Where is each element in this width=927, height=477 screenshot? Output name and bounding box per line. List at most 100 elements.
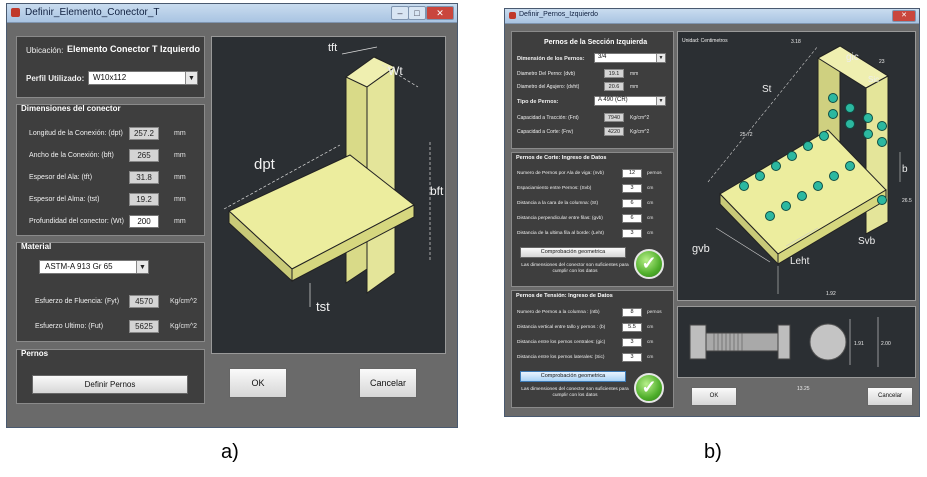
tipo-value: A 490 (CR) xyxy=(598,97,628,103)
bolt-icon xyxy=(781,201,791,211)
bolt-side-view: 1.91 2.00 xyxy=(689,317,891,367)
st-label: St xyxy=(762,84,772,95)
ok-button[interactable]: OK xyxy=(229,368,287,398)
corte-row-input[interactable]: 3 xyxy=(622,184,642,193)
ok-message: Las dimensiones del conector son suficie… xyxy=(521,263,629,274)
fyt-value: 4570 xyxy=(129,295,159,308)
caption-a: a) xyxy=(221,441,239,463)
dim-value: 265 xyxy=(129,149,159,162)
corte-row-input[interactable]: 6 xyxy=(622,214,642,223)
tension-row-input[interactable]: 8 xyxy=(622,308,642,317)
dim-label: Longitud de la Conexión: (dpt) xyxy=(29,130,123,137)
bolt-icon xyxy=(828,109,838,119)
corte-row-input[interactable]: 12 xyxy=(622,169,642,178)
tension-row-input[interactable]: 3 xyxy=(622,353,642,362)
perfil-select[interactable]: W10x112 ▼ xyxy=(88,71,198,85)
right-titlebar: Definir_Pernos_Izquierdo ✕ xyxy=(505,9,919,24)
chevron-down-icon: ▼ xyxy=(185,72,197,84)
bolt-head xyxy=(689,324,707,360)
dim-pernos-label: Dimensión de los Pernos: xyxy=(517,56,585,62)
bolt-icon xyxy=(787,151,797,161)
left-window-title: Definir_Elemento_Conector_T xyxy=(25,7,160,18)
tst-label: tst xyxy=(316,299,330,314)
dim-192-label: 1.92 xyxy=(826,291,836,297)
material-select-value: ASTM-A 913 Gr 65 xyxy=(45,262,113,271)
bolt-icon xyxy=(863,113,873,123)
app-icon xyxy=(509,12,516,19)
dim-unit: mm xyxy=(174,196,186,203)
dim-pernos-value: 3/4 xyxy=(598,54,607,60)
pernos-header: Pernos xyxy=(21,349,49,358)
cap-label: Capacidad a Tracción: (Fnt) xyxy=(517,115,579,121)
bolt-icon xyxy=(803,141,813,151)
prop-value: 20.6 xyxy=(604,82,624,91)
tipo-select[interactable]: A 490 (CR) ▼ xyxy=(594,96,666,106)
maximize-button[interactable]: □ xyxy=(408,6,426,20)
corte-row-unit: cm xyxy=(647,231,654,236)
bolted-connector-3d: 3.18 gic Sic 23 St 25.72 b 26.5 Svb gvb … xyxy=(692,39,912,297)
ok-button[interactable]: OK xyxy=(691,387,737,406)
material-header: Material xyxy=(21,242,52,251)
comprobacion-button[interactable]: Comprobación geometrica xyxy=(520,247,626,258)
prop-label: Diametro Del Perno: (dvb) xyxy=(517,71,576,77)
wt-input[interactable]: 200 xyxy=(129,215,159,228)
close-button[interactable]: ✕ xyxy=(426,6,454,20)
check-icon: ✓ xyxy=(634,373,664,403)
dim-unit: mm xyxy=(174,130,186,137)
perfil-select-value: W10x112 xyxy=(93,73,127,82)
comprobacion-button-2[interactable]: Comprobación geometrica xyxy=(520,371,626,382)
dim-pernos-select[interactable]: 3/4 ▼ xyxy=(594,53,666,63)
dimensiones-header: Dimensiones del conector xyxy=(21,104,121,113)
dim-unit: mm xyxy=(174,174,186,181)
minimize-button[interactable]: – xyxy=(391,6,409,20)
fut-value: 5625 xyxy=(129,320,159,333)
cap-unit: Kg/cm^2 xyxy=(630,129,650,135)
bolt-length-label: 13.25 xyxy=(797,386,810,392)
dim-23-label: 23 xyxy=(879,59,885,65)
bolt-icon xyxy=(877,195,887,205)
tension-header: Pernos de Tensión: Ingreso de Datos xyxy=(516,293,613,299)
cancelar-button[interactable]: Cancelar xyxy=(359,368,417,398)
tension-row-unit: cm xyxy=(647,340,654,345)
corte-row-label: Distancia a la cara de la columna: (St) xyxy=(517,201,599,206)
ubicacion-value: Elemento Conector T Izquierdo xyxy=(67,44,201,54)
bolt-icon xyxy=(829,171,839,181)
material-select[interactable]: ASTM-A 913 Gr 65 ▼ xyxy=(39,260,149,274)
cap-label: Capacidad a Corte: (Fnv) xyxy=(517,129,574,135)
tension-row-input[interactable]: 3 xyxy=(622,338,642,347)
dim-unit: mm xyxy=(174,218,186,225)
tension-row-unit: pernos xyxy=(647,310,662,315)
tension-row-unit: cm xyxy=(647,325,654,330)
bolt-icon xyxy=(845,161,855,171)
material-panel: Material ASTM-A 913 Gr 65 ▼ Esfuerzo de … xyxy=(16,242,205,342)
leht-label: Leht xyxy=(790,256,810,267)
section-title: Pernos de la Sección Izquierda xyxy=(544,39,648,46)
prop-unit: mm xyxy=(630,84,639,90)
dim-200-label: 2.00 xyxy=(881,341,891,347)
dim-value: 31.8 xyxy=(129,171,159,184)
dim-191-label: 1.91 xyxy=(854,341,864,347)
corte-row-unit: cm xyxy=(647,186,654,191)
svb-label: Svb xyxy=(858,236,876,247)
bft-label: bft xyxy=(430,184,444,198)
bolt-icon xyxy=(863,129,873,139)
close-button[interactable]: ✕ xyxy=(892,10,916,22)
bolt-icon xyxy=(828,93,838,103)
dim-label: Espesor del Alma: (tst) xyxy=(29,196,100,203)
corte-row-unit: cm xyxy=(647,201,654,206)
corte-row-label: Distancia perpendicular entre filas: (gv… xyxy=(517,216,603,221)
tension-row-label: Distancia vertical entre tallo y pernos … xyxy=(517,325,606,330)
tension-row-input[interactable]: 5.5 xyxy=(622,323,642,332)
fyt-label: Esfuerzo de Fluencia: (Fyt) xyxy=(35,298,120,305)
definir-pernos-button[interactable]: Definir Pernos xyxy=(32,375,188,394)
gvb-label: gvb xyxy=(692,243,710,255)
left-titlebar: Definir_Elemento_Conector_T – □ ✕ xyxy=(7,4,457,23)
cancelar-button[interactable]: Cancelar xyxy=(867,387,913,406)
dpt-label: dpt xyxy=(254,156,276,173)
dimensiones-panel: Dimensiones del conector Longitud de la … xyxy=(16,104,205,236)
fut-unit: Kg/cm^2 xyxy=(170,323,198,330)
corte-row-input[interactable]: 6 xyxy=(622,199,642,208)
corte-row-input[interactable]: 3 xyxy=(622,229,642,238)
chevron-down-icon: ▼ xyxy=(656,97,665,105)
corte-row-label: Numero de Pernos por Ala de viga: (nvb) xyxy=(517,171,604,176)
